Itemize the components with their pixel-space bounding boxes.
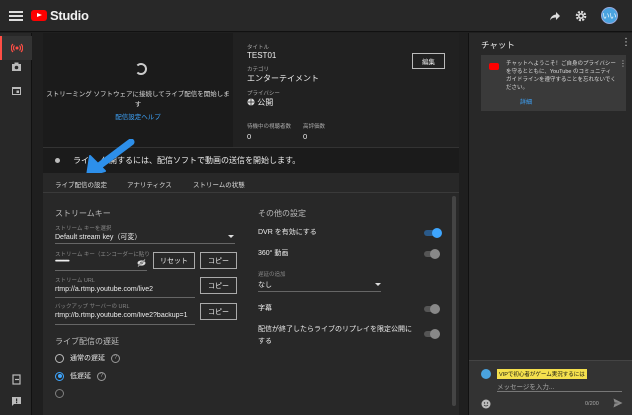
calendar-icon — [11, 86, 21, 95]
visibility-off-icon[interactable] — [137, 259, 146, 267]
exit-icon — [11, 373, 21, 385]
top-bar: Studio いい — [0, 0, 632, 32]
captions-label: 字幕 — [258, 305, 272, 312]
waiting-viewers: 待機中の視聴者数 0 — [247, 124, 292, 141]
backup-url-field[interactable]: rtmp://b.rtmp.youtube.com/live2?backup=1 — [55, 312, 195, 319]
chat-panel: チャット ⋮ チャットへようこそ！ご自身のプライバシーを守るとともに、YouTu… — [468, 33, 632, 415]
latency-heading: ライブ配信の遅延 — [55, 337, 119, 346]
title-label: タイトル — [247, 45, 270, 51]
details-link[interactable]: 詳細 — [520, 97, 532, 106]
more-vert-icon[interactable]: ⋮ — [619, 59, 627, 68]
chevron-down-icon[interactable] — [228, 235, 234, 239]
chat-welcome-notice: チャットへようこそ！ご自身のプライバシーを守るとともに、YouTube のコミュ… — [481, 55, 627, 111]
copy-url-button[interactable]: コピー — [200, 277, 237, 294]
latency-option-ultra-low[interactable] — [55, 389, 64, 398]
dvr-label: DVR を有効にする — [258, 229, 317, 236]
delay-underline — [258, 291, 381, 292]
nav-exit[interactable] — [0, 367, 32, 391]
help-icon[interactable]: ? — [111, 353, 120, 363]
avatar — [481, 369, 491, 379]
radio-ultra-low[interactable] — [55, 389, 64, 398]
nav-feedback[interactable] — [0, 389, 32, 413]
likes-count: 高評価数 0 — [303, 124, 326, 141]
backup-underline — [55, 324, 195, 325]
share-icon[interactable] — [549, 10, 561, 22]
replay-label-line2: する — [258, 338, 272, 345]
other-settings-heading: その他の設定 — [258, 209, 306, 218]
more-vert-icon[interactable]: ⋮ — [621, 37, 631, 48]
feedback-icon — [11, 396, 21, 406]
backup-url-label: バックアップ サーバーの URL — [55, 304, 130, 310]
latency-option-normal[interactable]: 通常の遅延 ? — [55, 353, 120, 363]
left-nav — [0, 33, 32, 415]
preview-message: ストリーミング ソフトウェアに接続してライブ配信を開始します — [46, 91, 230, 108]
delay-select[interactable]: なし — [258, 280, 272, 290]
stream-settings-panel: ストリームキー ストリーム キーを選択 Default stream key（可… — [43, 193, 459, 415]
tab-analytics[interactable]: アナリティクス — [127, 179, 172, 189]
stream-key-label: ストリーム キー（エンコーダーに貼り — [55, 252, 150, 258]
main-panel: ストリーミング ソフトウェアに接続してライブ配信を開始します 配信設定ヘルプ タ… — [43, 33, 459, 415]
studio-logo[interactable]: Studio — [31, 8, 89, 23]
nav-manage[interactable] — [0, 78, 32, 102]
url-underline — [55, 297, 195, 298]
send-icon[interactable] — [613, 398, 623, 408]
input-underline — [497, 391, 622, 392]
emoji-icon[interactable] — [481, 399, 491, 409]
reset-button[interactable]: リセット — [153, 252, 195, 269]
nav-webcam[interactable] — [0, 54, 32, 78]
camera-icon — [11, 62, 21, 71]
dvr-toggle[interactable] — [424, 228, 442, 238]
stream-url-label: ストリーム URL — [55, 278, 95, 284]
replay-label-line1: 配信が終了したらライブのリプレイを限定公開に — [258, 326, 412, 333]
gear-icon[interactable] — [575, 10, 587, 22]
chevron-down-icon[interactable] — [375, 283, 381, 287]
radio-normal[interactable] — [55, 353, 64, 363]
setup-help-link[interactable]: 配信設定ヘルプ — [43, 111, 233, 121]
stream-key-field[interactable]: •••••••••••••••••••••• — [55, 259, 70, 265]
brand-text: Studio — [50, 8, 89, 23]
copy-key-button[interactable]: コピー — [200, 252, 237, 269]
select-underline — [55, 243, 235, 244]
viewer-stats: 待機中の視聴者数 0 高評価数 0 — [247, 122, 325, 141]
status-dot-icon — [55, 158, 60, 163]
loading-spinner-icon — [135, 63, 147, 75]
replay-toggle[interactable] — [424, 329, 440, 339]
privacy-value: 公開 — [247, 97, 453, 108]
delay-label: 遅延の追加 — [258, 272, 286, 278]
chat-message-input[interactable]: メッセージを入力... — [497, 381, 554, 391]
settings-tabs: ライブ配信の設定 アナリティクス ストリームの状態 — [43, 173, 459, 196]
stream-key-select[interactable]: Default stream key（可変） — [55, 232, 141, 242]
youtube-logo-icon — [31, 10, 47, 21]
settings-scrollbar[interactable] — [452, 196, 456, 406]
help-icon[interactable]: ? — [97, 371, 106, 381]
menu-icon[interactable] — [9, 9, 23, 23]
chat-user-name: VIPで初心者がゲーム実況するには — [497, 369, 587, 379]
stream-key-heading: ストリームキー — [55, 209, 111, 218]
latency-option-low[interactable]: 低遅延 ? — [55, 371, 106, 381]
copy-backup-button[interactable]: コピー — [200, 303, 237, 320]
char-count: 0/200 — [585, 401, 599, 407]
stream-preview: ストリーミング ソフトウェアに接続してライブ配信を開始します 配信設定ヘルプ — [43, 33, 233, 147]
360-video-label: 360° 動画 — [258, 250, 289, 257]
category-value: エンターテイメント — [247, 74, 319, 83]
edit-button[interactable]: 編集 — [412, 53, 445, 69]
notice-text: チャットへようこそ！ご自身のプライバシーを守るとともに、YouTube のコミュ… — [506, 61, 616, 91]
tab-stream-health[interactable]: ストリームの状態 — [193, 179, 245, 189]
chat-input-area: VIPで初心者がゲーム実況するには メッセージを入力... 0/200 — [469, 360, 632, 415]
stream-url-field[interactable]: rtmp://a.rtmp.youtube.com/live2 — [55, 286, 153, 293]
avatar[interactable]: いい — [601, 7, 618, 24]
chat-title: チャット — [481, 40, 515, 50]
key-underline — [55, 270, 147, 271]
privacy-label: プライバシー — [247, 91, 280, 97]
360-video-toggle[interactable] — [424, 249, 440, 259]
live-icon — [11, 43, 23, 53]
radio-low[interactable] — [55, 371, 64, 381]
youtube-logo-icon — [489, 63, 499, 70]
captions-toggle[interactable] — [424, 304, 440, 314]
globe-icon — [247, 98, 255, 106]
stream-key-select-label: ストリーム キーを選択 — [55, 226, 112, 232]
